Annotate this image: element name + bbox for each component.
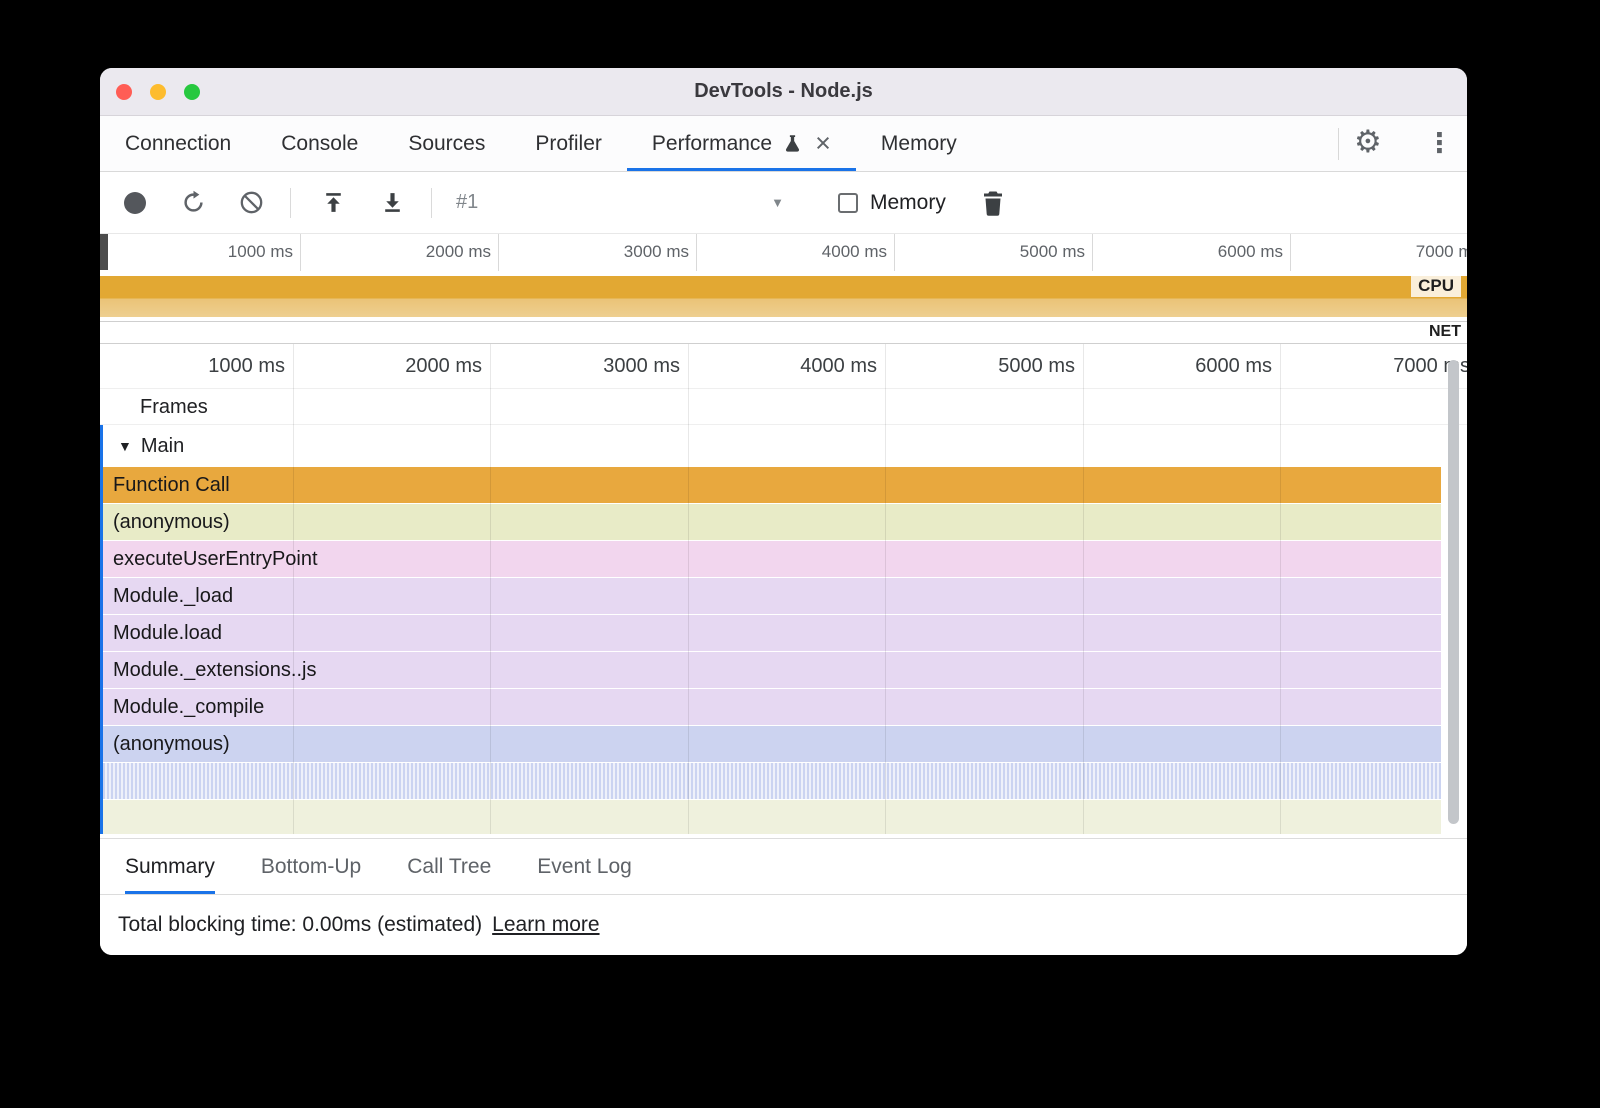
more-options-icon[interactable]: ⋮ <box>1426 127 1453 159</box>
gridline <box>1092 234 1093 271</box>
tab-summary[interactable]: Summary <box>125 839 215 894</box>
flame-bar[interactable]: Module._extensions..js <box>103 652 1441 688</box>
status-bar: Total blocking time: 0.00ms (estimated) … <box>100 894 1467 955</box>
tab-memory[interactable]: Memory <box>856 116 982 171</box>
flame-band-bottom[interactable] <box>103 800 1441 834</box>
drawer-tab-bar: Summary Bottom-Up Call Tree Event Log <box>100 838 1467 894</box>
time-tick-label: 2000 ms <box>354 355 482 378</box>
tab-console[interactable]: Console <box>256 116 383 171</box>
time-tick-label: 1000 ms <box>157 355 285 378</box>
clear-icon[interactable] <box>239 190 264 215</box>
memory-checkbox-label[interactable]: Memory <box>870 191 946 215</box>
flame-bar[interactable]: executeUserEntryPoint <box>103 541 1441 577</box>
time-tick-label: 4000 ms <box>749 355 877 378</box>
profile-history-value: #1 <box>456 191 478 214</box>
time-tick-label: 5000 ms <box>947 355 1075 378</box>
time-tick-label: 5000 ms <box>982 242 1085 262</box>
time-tick-label: 7000 ms <box>1378 242 1467 262</box>
gridline <box>498 234 499 271</box>
time-tick-label: 1000 ms <box>190 242 293 262</box>
tab-label: Call Tree <box>407 855 491 879</box>
tab-call-tree[interactable]: Call Tree <box>407 839 491 894</box>
tab-label: Console <box>281 132 358 156</box>
tab-label: Bottom-Up <box>261 855 361 879</box>
reload-and-record-icon[interactable] <box>180 189 207 216</box>
tab-profiler[interactable]: Profiler <box>510 116 627 171</box>
tab-label: Profiler <box>535 132 602 156</box>
flame-bar[interactable]: (anonymous) <box>103 504 1441 540</box>
flame-bar[interactable]: (anonymous) <box>103 726 1441 762</box>
flame-bar[interactable]: Module._load <box>103 578 1441 614</box>
tab-event-log[interactable]: Event Log <box>537 839 632 894</box>
flame-bars: Function Call (anonymous) executeUserEnt… <box>103 467 1441 834</box>
tab-bottom-up[interactable]: Bottom-Up <box>261 839 361 894</box>
toolbar-divider <box>431 188 432 218</box>
chevron-down-icon: ▼ <box>771 195 784 210</box>
time-tick-label: 3000 ms <box>586 242 689 262</box>
close-window-button[interactable] <box>116 84 132 100</box>
minimize-window-button[interactable] <box>150 84 166 100</box>
time-tick-label: 6000 ms <box>1144 355 1272 378</box>
tab-sources[interactable]: Sources <box>383 116 510 171</box>
gridline <box>300 234 301 271</box>
tabbar-divider <box>1338 128 1339 160</box>
time-tick-label: 2000 ms <box>388 242 491 262</box>
flame-bar[interactable]: Function Call <box>103 467 1441 503</box>
main-track-label: Main <box>141 435 184 458</box>
experiment-flask-icon <box>782 133 803 154</box>
record-button[interactable] <box>124 192 146 214</box>
tab-label: Summary <box>125 855 215 879</box>
learn-more-link[interactable]: Learn more <box>492 913 599 937</box>
flame-bar[interactable]: Module.load <box>103 615 1441 651</box>
close-tab-icon[interactable]: × <box>815 130 831 157</box>
total-blocking-time-text: Total blocking time: 0.00ms (estimated) <box>118 913 482 937</box>
gridline <box>696 234 697 271</box>
load-profile-icon[interactable] <box>321 190 346 215</box>
tab-label: Event Log <box>537 855 632 879</box>
flame-chart[interactable]: 1000 ms 2000 ms 3000 ms 4000 ms 5000 ms … <box>100 344 1467 834</box>
gridline <box>1290 234 1291 271</box>
timeline-overview[interactable]: 1000 ms 2000 ms 3000 ms 4000 ms 5000 ms … <box>100 234 1467 344</box>
settings-gear-icon[interactable]: ⚙ <box>1354 124 1382 161</box>
toolbar-divider <box>290 188 291 218</box>
net-track[interactable]: NET <box>100 321 1467 344</box>
disclosure-triangle-icon: ▼ <box>118 438 132 454</box>
flame-bar[interactable]: Module._compile <box>103 689 1441 725</box>
tab-performance[interactable]: Performance × <box>627 116 856 171</box>
title-bar: DevTools - Node.js <box>100 68 1467 116</box>
time-tick-label: 6000 ms <box>1180 242 1283 262</box>
zoom-window-button[interactable] <box>184 84 200 100</box>
traffic-lights <box>116 84 200 100</box>
panel-tab-bar: Connection Console Sources Profiler Perf… <box>100 116 1467 172</box>
window-title: DevTools - Node.js <box>694 80 873 103</box>
time-tick-label: 3000 ms <box>552 355 680 378</box>
flame-chart-ruler[interactable]: 1000 ms 2000 ms 3000 ms 4000 ms 5000 ms … <box>100 344 1467 389</box>
overview-ruler[interactable]: 1000 ms 2000 ms 3000 ms 4000 ms 5000 ms … <box>100 234 1467 271</box>
main-track-header[interactable]: ▼ Main <box>100 425 1467 467</box>
gridline <box>894 234 895 271</box>
memory-checkbox[interactable] <box>838 193 858 213</box>
tab-label: Performance <box>652 132 772 156</box>
cpu-activity-area <box>100 276 1467 317</box>
cpu-track-label: CPU <box>1411 275 1461 297</box>
flame-band-striped[interactable] <box>103 763 1441 799</box>
net-track-label: NET <box>1429 323 1461 341</box>
devtools-window: DevTools - Node.js Connection Console So… <box>100 68 1467 955</box>
cpu-track[interactable]: CPU <box>100 271 1467 321</box>
selected-track-accent <box>100 425 103 834</box>
vertical-scrollbar[interactable] <box>1448 360 1459 824</box>
frames-track-header[interactable]: Frames <box>100 389 1467 425</box>
performance-toolbar: #1 ▼ Memory <box>100 172 1467 234</box>
save-profile-icon[interactable] <box>380 190 405 215</box>
tab-label: Connection <box>125 132 231 156</box>
tab-connection[interactable]: Connection <box>100 116 256 171</box>
overview-window-handle[interactable] <box>100 234 108 270</box>
trash-icon[interactable] <box>982 190 1004 216</box>
tab-label: Memory <box>881 132 957 156</box>
time-tick-label: 4000 ms <box>784 242 887 262</box>
tab-label: Sources <box>408 132 485 156</box>
profile-history-select[interactable]: #1 ▼ <box>448 183 792 223</box>
